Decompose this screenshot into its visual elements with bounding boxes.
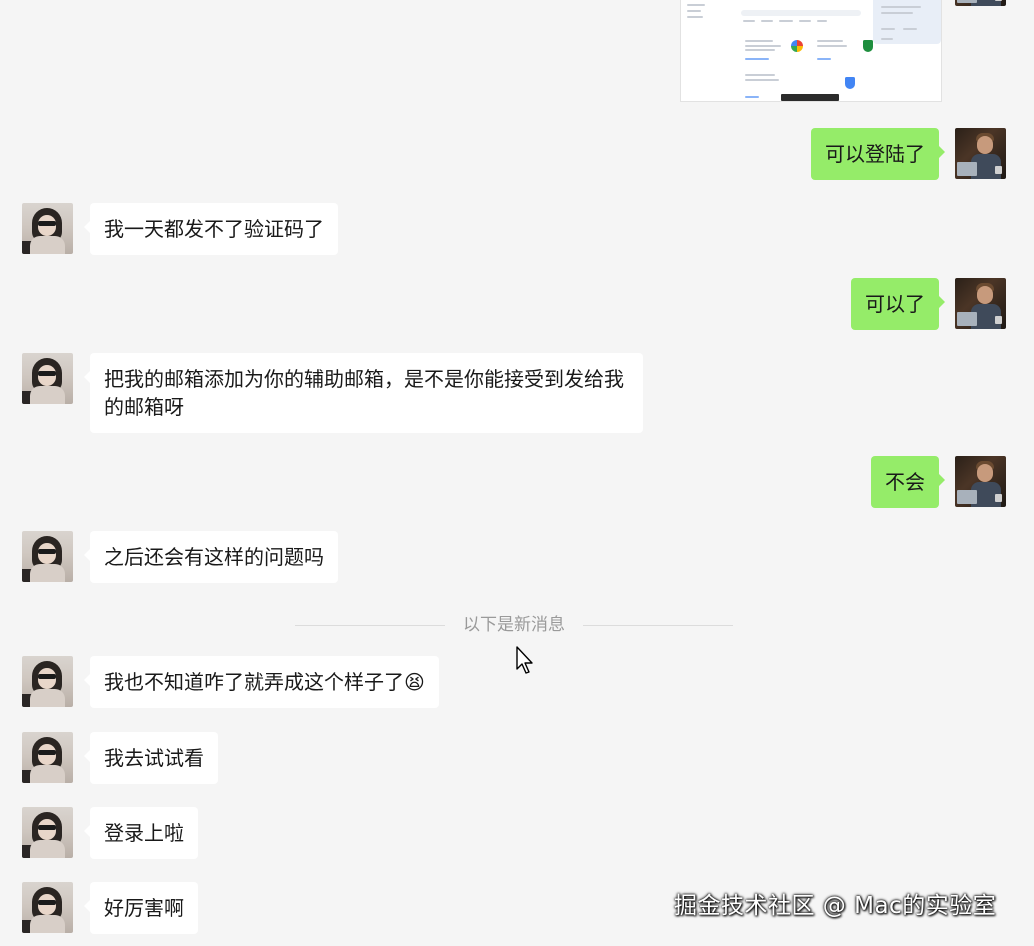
message-bubble-incoming[interactable]: 登录上啦 bbox=[84, 807, 198, 859]
contact-avatar[interactable] bbox=[22, 656, 73, 707]
message-bubble-outgoing[interactable]: 可以登陆了 bbox=[811, 128, 945, 180]
message-bubble-outgoing[interactable]: 可以了 bbox=[851, 278, 945, 330]
message-bubble-incoming[interactable]: 我也不知道咋了就弄成这个样子了😫 bbox=[84, 656, 439, 708]
contact-avatar[interactable] bbox=[22, 882, 73, 933]
message-bubble-outgoing[interactable]: 不会 bbox=[871, 456, 945, 508]
message-bubble-incoming[interactable]: 我一天都发不了验证码了 bbox=[84, 203, 338, 255]
message-bubble-incoming[interactable]: 把我的邮箱添加为你的辅助邮箱，是不是你能接受到发给我的邮箱呀 bbox=[84, 353, 643, 433]
my-avatar[interactable] bbox=[955, 0, 1006, 6]
contact-avatar[interactable] bbox=[22, 732, 73, 783]
message-bubble-incoming[interactable]: 之后还会有这样的问题吗 bbox=[84, 531, 338, 583]
chat-history: 可以登陆了 我一天都发不了验证码了 可以了 把我的邮箱添加为你的辅助邮箱，是不是… bbox=[0, 0, 1034, 946]
tired-face-emoji-icon: 😫 bbox=[404, 670, 425, 694]
my-avatar[interactable] bbox=[955, 456, 1006, 507]
message-text: 我也不知道咋了就弄成这个样子了 bbox=[104, 670, 404, 694]
contact-avatar[interactable] bbox=[22, 531, 73, 582]
contact-avatar[interactable] bbox=[22, 807, 73, 858]
mouse-cursor-icon bbox=[516, 646, 533, 674]
contact-avatar[interactable] bbox=[22, 203, 73, 254]
message-bubble-incoming[interactable]: 好厉害啊 bbox=[84, 882, 198, 934]
my-avatar[interactable] bbox=[955, 128, 1006, 179]
new-messages-divider: 以下是新消息 bbox=[295, 612, 733, 638]
contact-avatar[interactable] bbox=[22, 353, 73, 404]
watermark: 掘金技术社区 @ Mac的实验室 bbox=[674, 893, 997, 919]
message-bubble-incoming[interactable]: 我去试试看 bbox=[84, 732, 218, 784]
divider-line bbox=[583, 625, 733, 626]
my-avatar[interactable] bbox=[955, 278, 1006, 329]
image-message[interactable] bbox=[680, 0, 942, 102]
